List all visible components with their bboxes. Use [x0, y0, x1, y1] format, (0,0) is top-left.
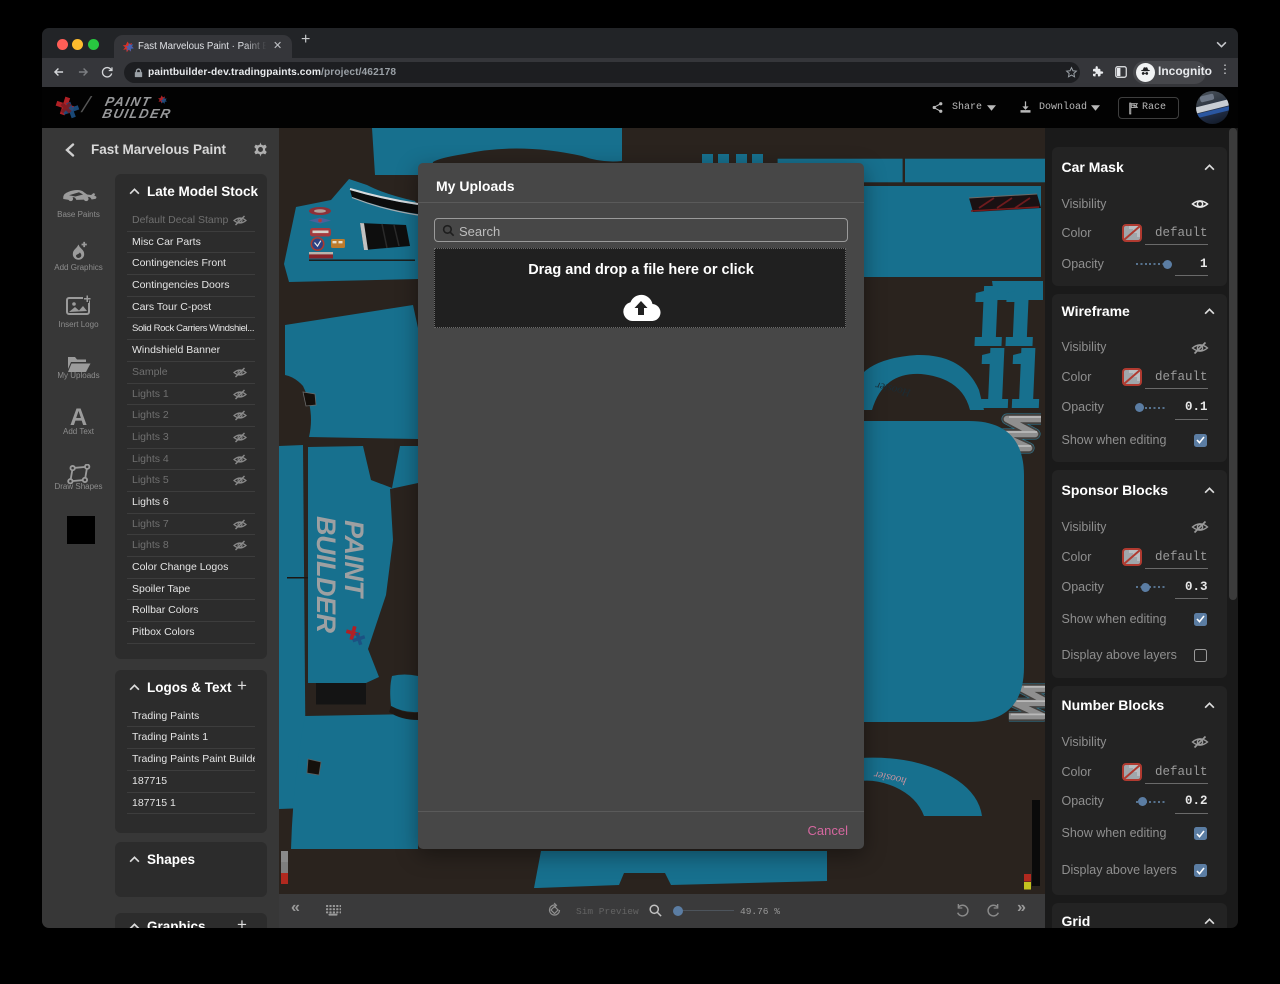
svg-text:PAINT: PAINT: [339, 520, 369, 600]
svg-text:Hoosier: Hoosier: [874, 379, 913, 399]
svg-text:BUILDER: BUILDER: [311, 516, 341, 633]
